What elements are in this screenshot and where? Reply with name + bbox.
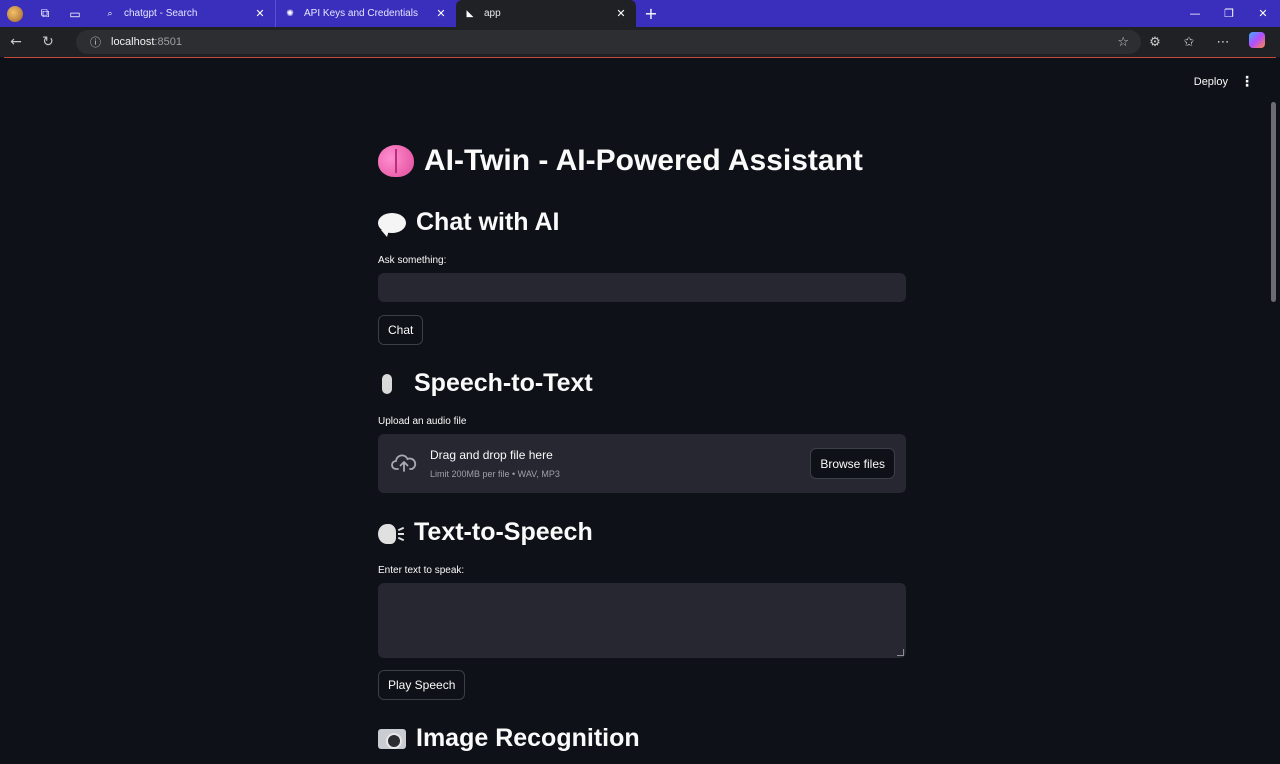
tts-heading: Text-to-Speech <box>378 518 593 547</box>
favorite-star-icon[interactable]: ☆ <box>1117 35 1129 50</box>
close-icon[interactable]: ✕ <box>614 7 628 20</box>
close-icon[interactable]: ✕ <box>434 7 448 20</box>
speaking-head-icon <box>378 522 405 544</box>
url-port: :8501 <box>154 36 182 48</box>
dropzone-title: Drag and drop file here <box>430 448 553 462</box>
browser-tab-strip: ⧉ ▭ ⌕ chatgpt - Search ✕ ✺ API Keys and … <box>0 0 1280 27</box>
url-host: localhost <box>111 36 155 48</box>
search-icon: ⌕ <box>107 8 113 19</box>
chat-input-label: Ask something: <box>378 255 447 266</box>
tab-title: app <box>484 8 501 19</box>
tts-input-label: Enter text to speak: <box>378 565 465 576</box>
tab-actions-icon[interactable]: ▭ <box>60 0 90 27</box>
browser-toolbar: ← ↻ ⓘ localhost:8501 ☆ ⚙ ✩ ⋯ <box>0 27 1280 57</box>
close-window-icon[interactable]: ✕ <box>1246 0 1280 27</box>
tts-heading-text: Text-to-Speech <box>414 518 593 546</box>
tab-api-keys[interactable]: ✺ API Keys and Credentials ✕ <box>276 0 456 27</box>
page-title: AI-Twin - AI-Powered Assistant <box>378 144 863 178</box>
openai-icon: ✺ <box>286 8 294 19</box>
chat-heading-text: Chat with AI <box>416 208 560 236</box>
minimize-icon[interactable]: — <box>1178 0 1212 27</box>
back-icon[interactable]: ← <box>0 27 32 57</box>
brain-icon <box>378 145 414 177</box>
play-speech-button[interactable]: Play Speech <box>378 670 466 700</box>
image-recognition-heading-text: Image Recognition <box>416 724 640 752</box>
scrollbar[interactable] <box>1271 102 1276 302</box>
stt-heading-text: Speech-to-Text <box>414 369 593 397</box>
upload-label: Upload an audio file <box>378 416 467 427</box>
tts-textarea[interactable] <box>378 583 906 658</box>
tab-title: chatgpt - Search <box>124 8 198 19</box>
file-dropzone[interactable]: Drag and drop file here Limit 200MB per … <box>378 434 906 493</box>
chat-button[interactable]: Chat <box>378 315 424 345</box>
deploy-button[interactable]: Deploy <box>1194 76 1228 88</box>
new-tab-button[interactable]: + <box>636 4 666 23</box>
address-bar[interactable]: ⓘ localhost:8501 ☆ <box>76 30 1141 54</box>
favorites-icon[interactable]: ✩ <box>1172 35 1206 50</box>
chat-input[interactable] <box>378 273 906 302</box>
speech-bubble-icon <box>378 212 406 237</box>
window-controls: — ❐ ✕ <box>1178 0 1280 27</box>
more-options-icon[interactable]: ⋯ <box>1206 35 1240 50</box>
microphone-icon <box>378 373 404 394</box>
chat-heading: Chat with AI <box>378 208 560 237</box>
workspaces-icon[interactable]: ⧉ <box>30 0 60 27</box>
tab-chatgpt-search[interactable]: ⌕ chatgpt - Search ✕ <box>96 0 276 27</box>
restore-icon[interactable]: ❐ <box>1212 0 1246 27</box>
browse-files-button[interactable]: Browse files <box>810 448 895 479</box>
main-menu-icon[interactable]: ⋮ <box>1240 74 1254 90</box>
close-icon[interactable]: ✕ <box>253 7 267 20</box>
tab-title: API Keys and Credentials <box>304 8 418 19</box>
resize-handle-icon[interactable] <box>897 649 904 656</box>
site-info-icon[interactable]: ⓘ <box>90 34 101 50</box>
camera-icon <box>378 728 406 749</box>
app-viewport: Deploy ⋮ AI-Twin - AI-Powered Assistant … <box>4 57 1276 764</box>
page-title-text: AI-Twin - AI-Powered Assistant <box>424 144 863 177</box>
extensions-icon[interactable]: ⚙ <box>1138 35 1172 50</box>
streamlit-icon: ◣ <box>466 8 474 19</box>
cloud-upload-icon <box>391 454 417 472</box>
profile-avatar[interactable] <box>0 0 30 27</box>
tab-app[interactable]: ◣ app ✕ <box>456 0 636 27</box>
stt-heading: Speech-to-Text <box>378 369 593 398</box>
image-recognition-heading: Image Recognition <box>378 724 640 753</box>
browser-tools: ⚙ ✩ ⋯ <box>1138 27 1274 57</box>
dropzone-limits: Limit 200MB per file • WAV, MP3 <box>430 469 560 479</box>
reload-icon[interactable]: ↻ <box>32 27 64 57</box>
copilot-icon[interactable] <box>1240 32 1274 52</box>
